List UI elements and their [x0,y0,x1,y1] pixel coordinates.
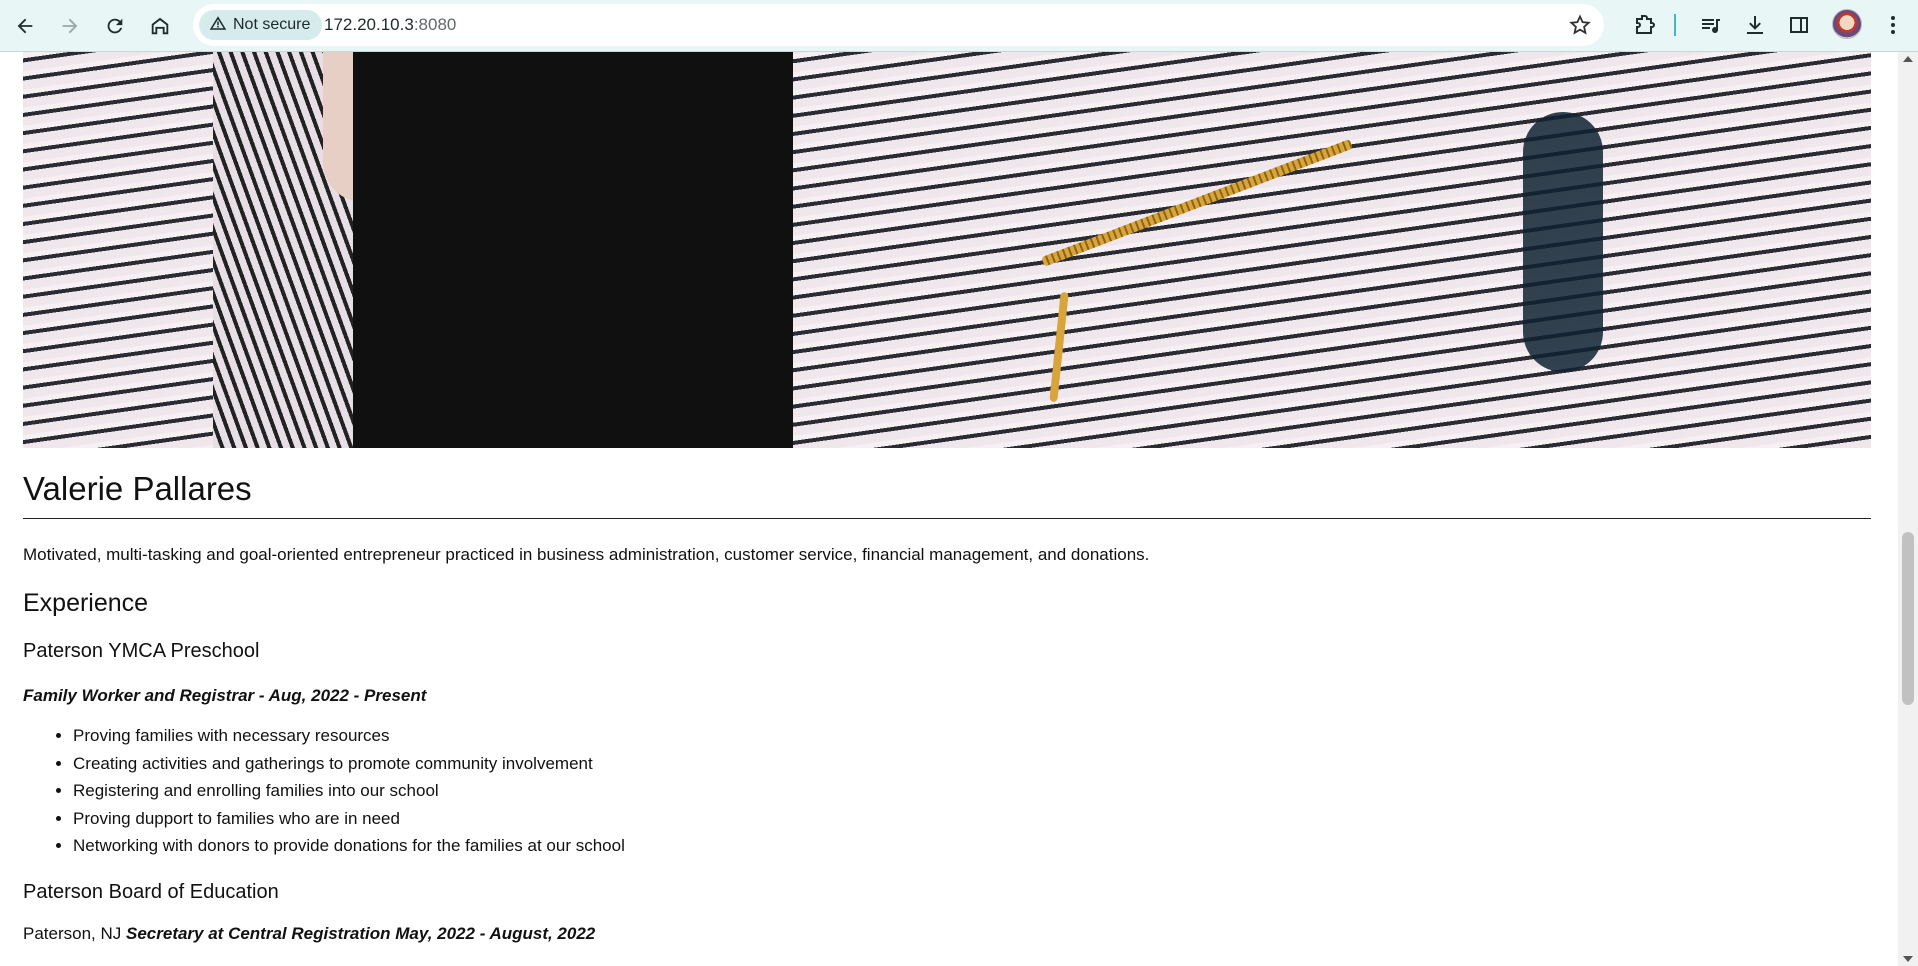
profile-photo [23,52,1871,448]
scroll-up-arrow-icon[interactable] [1903,56,1913,62]
bookmark-star-icon[interactable] [1568,13,1592,37]
list-item: Proving dupport to families who are in n… [73,805,1871,833]
resume-content: Valerie Pallares Motivated, multi-taskin… [23,470,1871,944]
page-viewport: Valerie Pallares Motivated, multi-taskin… [0,52,1898,966]
security-chip[interactable]: Not secure [199,10,323,40]
warning-triangle-icon [209,14,227,37]
forward-arrow-icon[interactable] [52,8,88,44]
experience-heading: Experience [23,589,149,617]
job-role: Family Worker and Registrar - Aug, 2022 … [23,686,427,705]
address-bar[interactable]: Not secure 172.20.10.3:8080 [193,4,1604,46]
home-icon[interactable] [142,8,178,44]
summary-text: Motivated, multi-tasking and goal-orient… [23,545,1150,564]
job-duties-list: Proving families with necessary resource… [23,722,1871,860]
list-item: Creating activities and gatherings to pr… [73,750,1871,778]
photo-shadow [1523,112,1603,372]
job-role-partial: Paterson, NJ Secretary at Central Regist… [23,924,1871,944]
menu-dots-icon[interactable] [1878,10,1908,40]
back-arrow-icon[interactable] [7,8,43,44]
photo-black-top [353,52,793,448]
download-icon[interactable] [1740,10,1770,40]
list-item: Networking with donors to provide donati… [73,832,1871,860]
url-text[interactable]: 172.20.10.3:8080 [324,15,456,35]
toolbar-separator [1674,14,1676,36]
browser-toolbar: Not secure 172.20.10.3:8080 [0,0,1918,52]
list-item: Registering and enrolling families into … [73,777,1871,805]
url-host: 172.20.10.3 [324,15,414,34]
url-port: :8080 [413,15,457,34]
scroll-down-arrow-icon[interactable] [1903,956,1913,962]
job-role: Secretary at Central Registration May, 2… [126,923,596,943]
job-org: Paterson YMCA Preschool [23,640,260,662]
scrollbar-thumb[interactable] [1902,532,1914,705]
page-title: Valerie Pallares [23,470,1871,519]
job-org: Paterson Board of Education [23,880,279,903]
security-label: Not secure [233,16,311,33]
profile-avatar-icon[interactable] [1832,9,1862,39]
media-queue-icon[interactable] [1696,10,1726,40]
side-panel-icon[interactable] [1784,10,1814,40]
job-location: Paterson, NJ [23,923,122,943]
extensions-puzzle-icon[interactable] [1630,10,1660,40]
reload-icon[interactable] [97,8,133,44]
photo-zipper-pull [1049,291,1069,403]
list-item: Proving families with necessary resource… [73,722,1871,750]
page-scrollbar[interactable] [1898,52,1918,966]
photo-zipper [1041,139,1353,267]
